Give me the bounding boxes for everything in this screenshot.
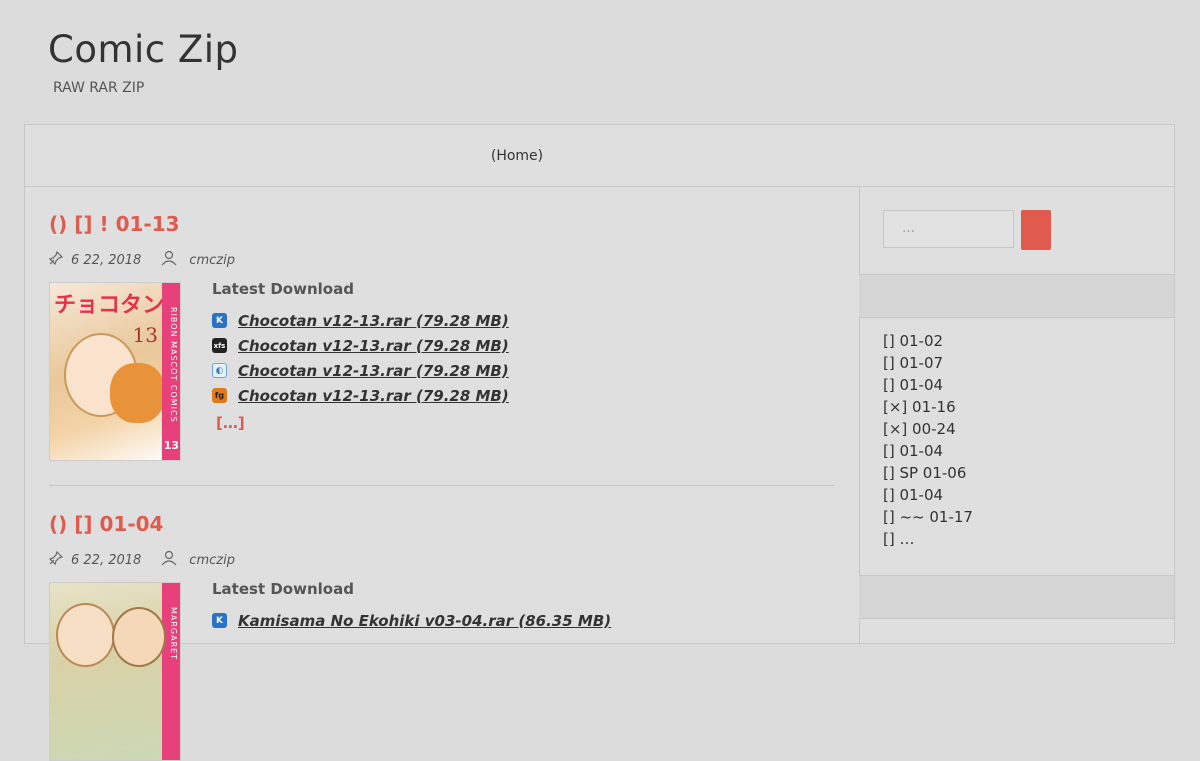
download-heading: Latest Download xyxy=(212,280,354,298)
recent-post-item[interactable]: [] ~~ 01-17 xyxy=(883,506,973,528)
search-input[interactable]: … xyxy=(883,210,1014,248)
post-cover-image[interactable]: チョコタン! 13 RIBON MASCOT COMICS 13 xyxy=(49,282,181,461)
post-title[interactable]: () [] 01-04 xyxy=(49,512,835,536)
download-list: Latest Download K Chocotan v12-13.rar (7… xyxy=(212,280,509,461)
download-row: ◐ Chocotan v12-13.rar (79.28 MB) xyxy=(212,358,509,383)
post-date[interactable]: 6 22, 2018 xyxy=(71,253,141,268)
download-link[interactable]: Chocotan v12-13.rar (79.28 MB) xyxy=(238,337,509,355)
fg-icon: fg xyxy=(212,388,227,403)
post-article: () [] 01-04 6 22, 2018 cmczip MARGARET L… xyxy=(48,512,835,761)
post-divider xyxy=(49,485,835,486)
post-cover-image[interactable]: MARGARET xyxy=(49,582,181,761)
katfile-icon: K xyxy=(212,613,227,628)
recent-post-item[interactable]: [] 01-04 xyxy=(883,484,973,506)
download-link[interactable]: Chocotan v12-13.rar (79.28 MB) xyxy=(238,362,509,380)
recent-post-item[interactable]: [×] 01-16 xyxy=(883,396,973,418)
download-link[interactable]: Chocotan v12-13.rar (79.28 MB) xyxy=(238,387,509,405)
cover-spine-icon: RIBON MASCOT COMICS xyxy=(169,307,178,423)
search-button[interactable] xyxy=(1021,210,1051,250)
cloud-icon: ◐ xyxy=(212,363,227,378)
site-description: RAW RAR ZIP xyxy=(53,80,145,96)
cover-spine-icon: MARGARET xyxy=(169,607,178,661)
content-container: (Home) () [] ! 01-13 6 22, 2018 cmczip チ… xyxy=(24,124,1175,761)
recent-post-item[interactable]: [] 01-02 xyxy=(883,330,973,352)
katfile-icon: K xyxy=(212,313,227,328)
post-meta: 6 22, 2018 cmczip xyxy=(48,250,835,270)
read-more-link[interactable]: […] xyxy=(216,414,509,432)
cover-logo-icon: チョコタン! xyxy=(54,293,175,318)
recent-posts-list: [] 01-02 [] 01-07 [] 01-04 [×] 01-16 [×]… xyxy=(883,330,973,550)
download-link[interactable]: Chocotan v12-13.rar (79.28 MB) xyxy=(238,312,509,330)
site-title[interactable]: Comic Zip xyxy=(48,28,239,71)
main-content: () [] ! 01-13 6 22, 2018 cmczip チョコタン! 1… xyxy=(25,186,860,761)
user-icon xyxy=(161,550,177,570)
download-heading: Latest Download xyxy=(212,580,354,598)
recent-post-item[interactable]: [] 01-04 xyxy=(883,440,973,462)
recent-post-item[interactable]: [] SP 01-06 xyxy=(883,462,973,484)
post-author[interactable]: cmczip xyxy=(189,553,235,568)
download-row: K Kamisama No Ekohiki v03-04.rar (86.35 … xyxy=(212,608,611,633)
widget-header xyxy=(859,575,1174,619)
cover-volume-number: 13 xyxy=(132,323,158,347)
pin-icon xyxy=(48,250,64,269)
recent-post-item[interactable]: [] … xyxy=(883,528,973,550)
recent-post-item[interactable]: [] 01-07 xyxy=(883,352,973,374)
sidebar: … [] 01-02 [] 01-07 [] 01-04 [×] 01-16 [… xyxy=(859,186,1174,643)
main-nav: (Home) xyxy=(25,125,1174,187)
pin-icon xyxy=(48,550,64,569)
download-row: K Chocotan v12-13.rar (79.28 MB) xyxy=(212,308,509,333)
post-meta: 6 22, 2018 cmczip xyxy=(48,550,835,570)
download-row: fg Chocotan v12-13.rar (79.28 MB) xyxy=(212,383,509,408)
xfs-icon: xfs xyxy=(212,338,227,353)
cover-spine-number: 13 xyxy=(163,439,179,452)
widget-header xyxy=(859,274,1174,318)
post-article: () [] ! 01-13 6 22, 2018 cmczip チョコタン! 1… xyxy=(48,212,835,461)
recent-post-item[interactable]: [×] 00-24 xyxy=(883,418,973,440)
download-row: xfs Chocotan v12-13.rar (79.28 MB) xyxy=(212,333,509,358)
nav-home-link[interactable]: (Home) xyxy=(491,148,543,164)
post-date[interactable]: 6 22, 2018 xyxy=(71,553,141,568)
recent-post-item[interactable]: [] 01-04 xyxy=(883,374,973,396)
download-list: Latest Download K Kamisama No Ekohiki v0… xyxy=(212,580,611,761)
post-author[interactable]: cmczip xyxy=(189,253,235,268)
download-link[interactable]: Kamisama No Ekohiki v03-04.rar (86.35 MB… xyxy=(238,612,611,630)
user-icon xyxy=(161,250,177,270)
post-title[interactable]: () [] ! 01-13 xyxy=(49,212,835,236)
